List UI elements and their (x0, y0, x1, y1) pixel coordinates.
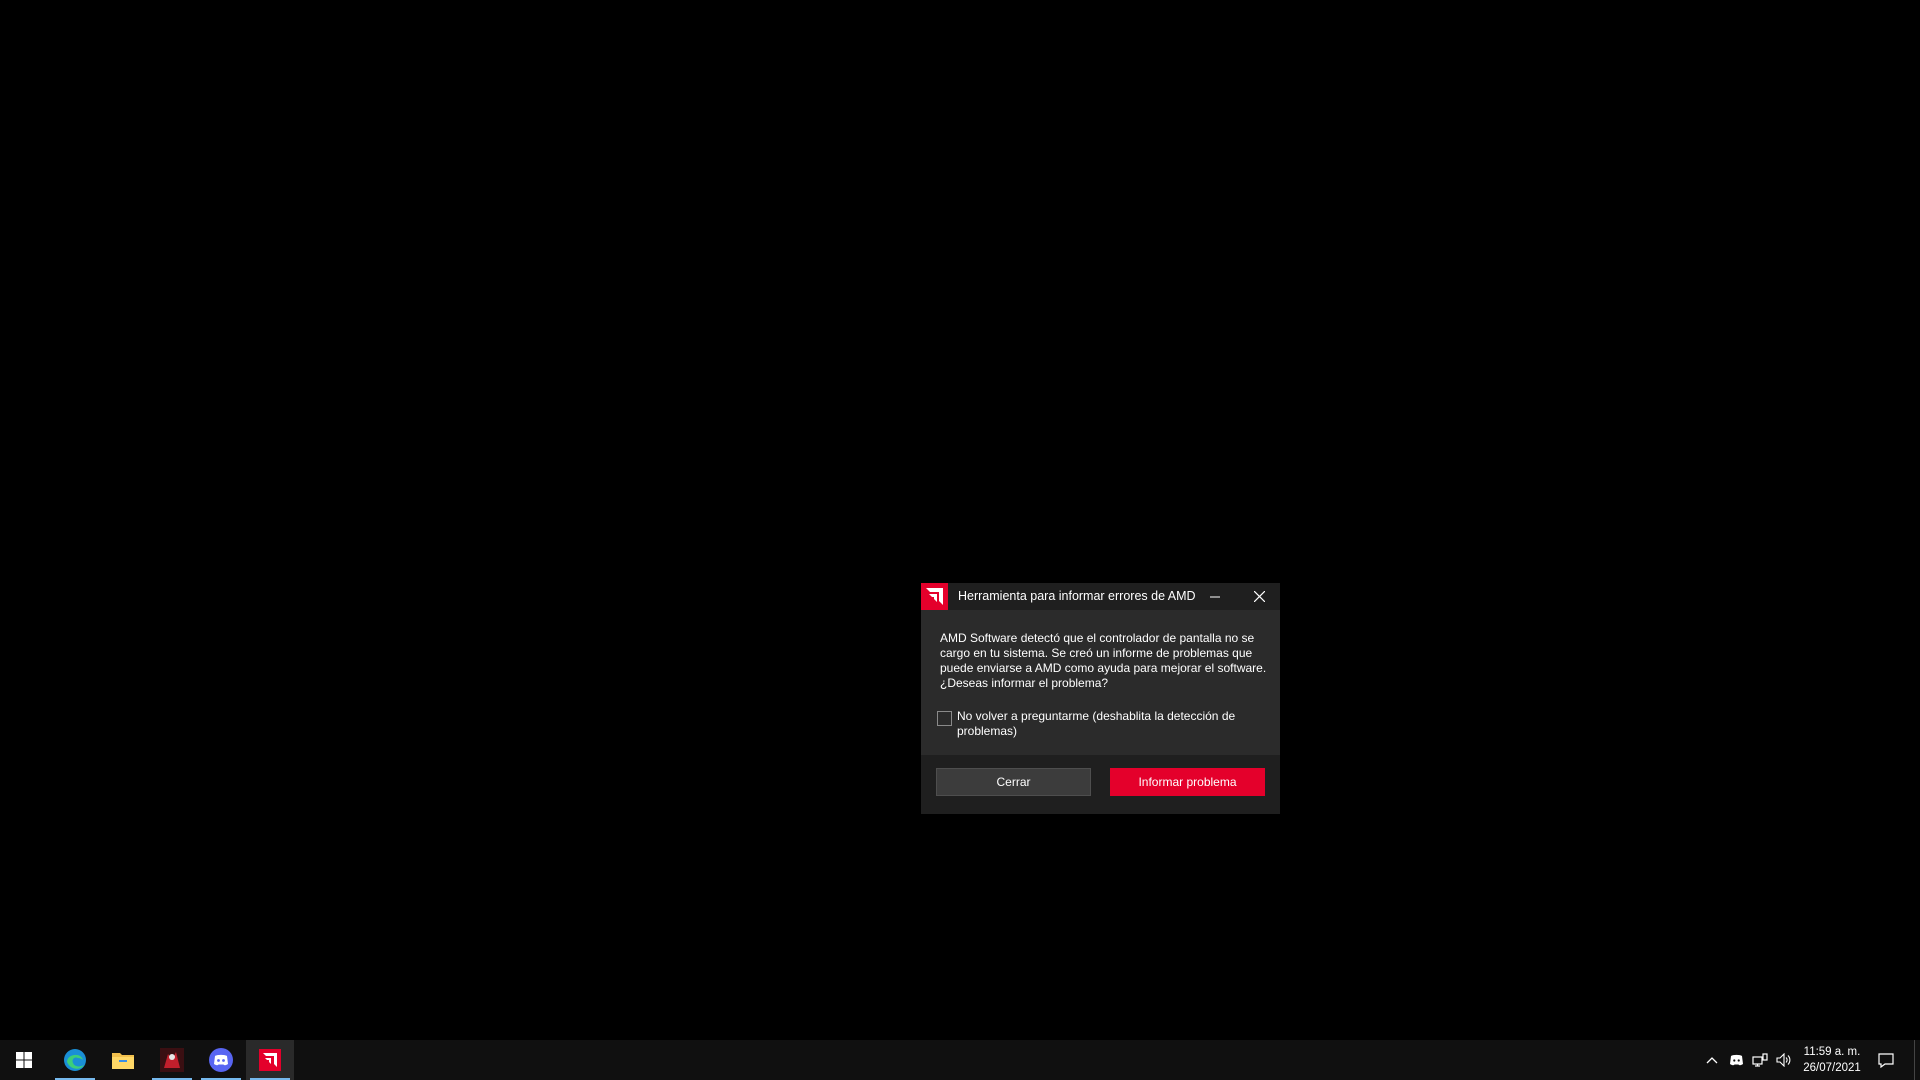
dont-ask-again-label[interactable]: No volver a preguntarme (deshablita la d… (957, 709, 1257, 739)
show-hidden-icons-button[interactable] (1704, 1052, 1720, 1068)
taskbar-file-explorer[interactable] (99, 1040, 147, 1080)
clock-date: 26/07/2021 (1803, 1062, 1861, 1074)
amd-logo-icon (921, 583, 948, 610)
show-desktop-button[interactable] (1914, 1040, 1920, 1080)
desktop (0, 0, 1920, 1040)
volume-icon (1776, 1053, 1791, 1067)
amd-bug-report-dialog: Herramienta para informar errores de AMD… (921, 583, 1280, 814)
amd-icon (259, 1049, 281, 1071)
taskbar: 11:59 a. m. 26/07/2021 (0, 1040, 1920, 1080)
windows-start-icon (16, 1052, 32, 1068)
report-problem-button[interactable]: Informar problema (1110, 768, 1265, 796)
game-app-icon (160, 1048, 184, 1072)
file-explorer-icon (112, 1053, 134, 1069)
minimize-icon (1210, 596, 1220, 597)
tray-volume[interactable] (1776, 1052, 1792, 1068)
taskbar-game-app[interactable] (148, 1040, 196, 1080)
taskbar-amd[interactable] (246, 1040, 294, 1080)
discord-tray-icon (1729, 1054, 1743, 1066)
network-icon (1752, 1053, 1768, 1067)
action-center-icon (1878, 1052, 1894, 1068)
cerrar-button[interactable]: Cerrar (936, 768, 1091, 796)
close-window-button[interactable] (1239, 583, 1279, 610)
start-button[interactable] (0, 1040, 48, 1080)
edge-icon (64, 1049, 86, 1071)
dialog-titlebar[interactable]: Herramienta para informar errores de AMD (921, 583, 1280, 610)
minimize-button[interactable] (1195, 583, 1235, 610)
chevron-up-icon (1706, 1057, 1718, 1064)
dialog-message: AMD Software detectó que el controlador … (940, 631, 1267, 690)
dont-ask-again-checkbox[interactable] (937, 711, 952, 726)
clock-time: 11:59 a. m. (1803, 1046, 1861, 1058)
close-icon (1253, 591, 1265, 602)
dialog-title: Herramienta para informar errores de AMD (958, 589, 1196, 603)
taskbar-discord[interactable] (197, 1040, 245, 1080)
taskbar-edge[interactable] (51, 1040, 99, 1080)
discord-icon (209, 1048, 233, 1072)
system-clock[interactable]: 11:59 a. m. 26/07/2021 (1796, 1044, 1868, 1076)
action-center-button[interactable] (1878, 1052, 1894, 1068)
tray-discord[interactable] (1728, 1052, 1744, 1068)
tray-network[interactable] (1752, 1052, 1768, 1068)
dialog-footer: Cerrar Informar problema (921, 755, 1280, 814)
